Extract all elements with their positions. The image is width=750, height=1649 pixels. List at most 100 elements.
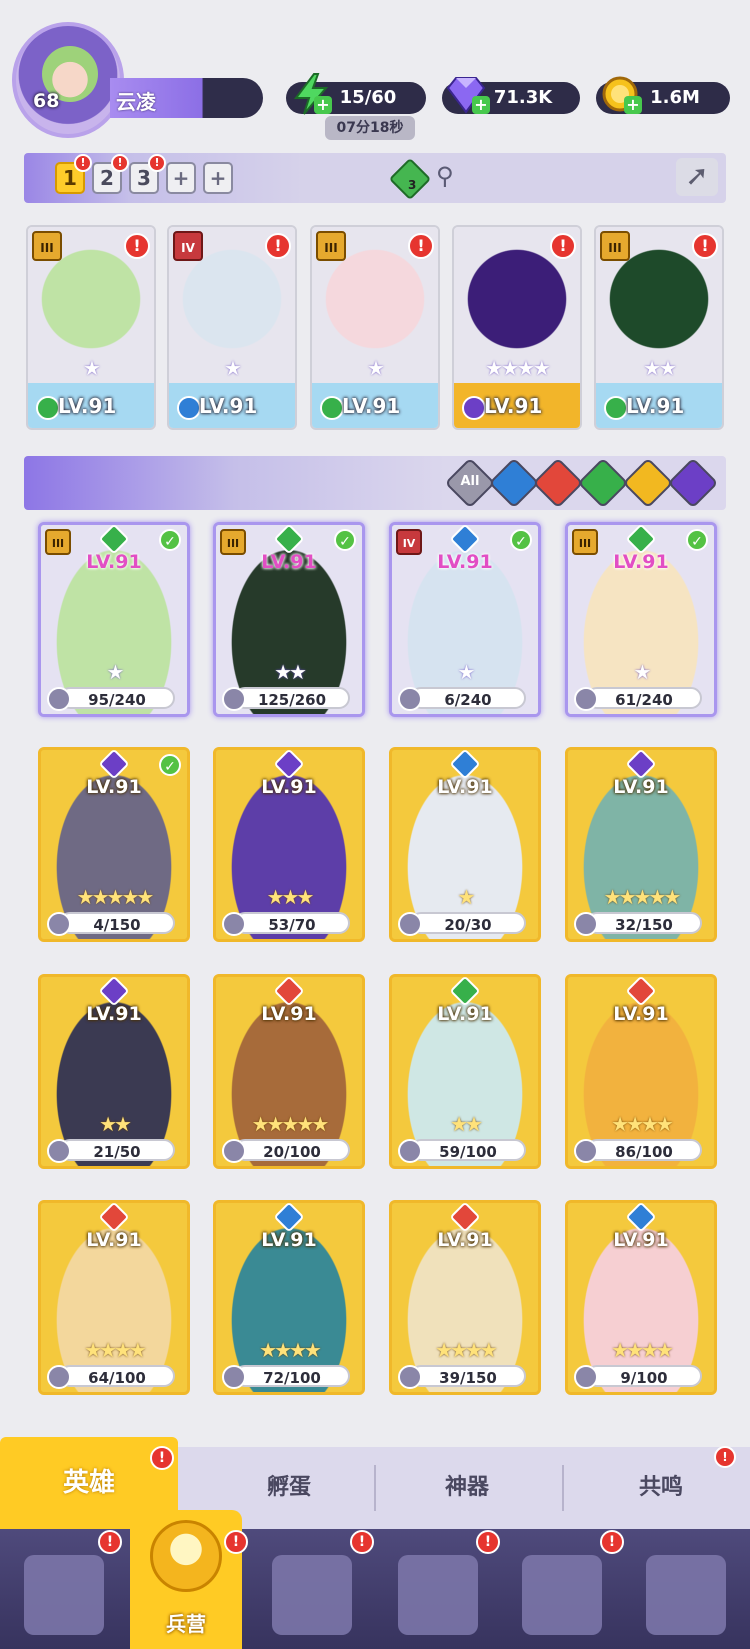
star-rating: ★★★★★ [76,885,155,909]
nature-element-icon [36,396,60,420]
nav-guild-icon[interactable] [646,1555,726,1635]
star-rating: ★★ [99,1112,132,1136]
energy-timer: 07分18秒 [325,116,415,140]
player-level: 68 [33,90,60,112]
shard-icon [398,1139,422,1163]
tab-artifacts[interactable]: 神器 [378,1447,556,1529]
shard-icon [574,912,598,936]
nav-map-alert: ! [350,1530,374,1554]
tier-badge: IV [173,231,203,261]
hero-card[interactable]: LV.91 ★★★★★ 32/150 [565,747,717,942]
nav-cards-alert: ! [98,1530,122,1554]
shard-progress: 64/100 [59,1365,175,1387]
shard-progress: 21/50 [59,1139,175,1161]
shard-progress: 9/100 [586,1365,702,1387]
hero-level: LV.91 [261,1229,317,1251]
gem-plus-icon[interactable]: + [472,96,490,114]
hero-card[interactable]: LV.91 ★★★★ 64/100 [38,1200,190,1395]
star-rating: ★ [457,660,476,684]
star-rating: ★★★★ [611,1338,674,1362]
player-avatar[interactable] [12,22,124,138]
shard-icon [574,687,598,711]
hero-level: LV.91 [626,394,685,418]
tier-badge: III [32,231,62,261]
team-slot-1-alert: ! [74,154,92,172]
tab-separator [562,1465,564,1511]
nav-cards-icon[interactable] [24,1555,104,1635]
team-hero-card[interactable]: III! ★★ LV.91 [594,225,724,430]
hero-card[interactable]: LV.91 ★★★★ 72/100 [213,1200,365,1395]
shard-progress: 72/100 [234,1365,350,1387]
team-hero-card[interactable]: IV! ★ LV.91 [167,225,297,430]
add-team-slot-button[interactable]: + [166,162,196,194]
tab-resonance-alert: ! [714,1446,736,1468]
hero-level: LV.91 [86,1003,142,1025]
team-slot-2-alert: ! [111,154,129,172]
hero-card[interactable]: III ✓ LV.91 ★ 61/240 [565,522,717,717]
hero-card[interactable]: ✓ LV.91 ★★★★★ 4/150 [38,747,190,942]
search-icon[interactable]: ⚲ [436,162,454,190]
hero-card[interactable]: LV.91 ★★ 59/100 [389,974,541,1169]
nav-mystic-icon[interactable] [522,1555,602,1635]
team-hero-card[interactable]: ! ★★★★ LV.91 [452,225,582,430]
hero-card[interactable]: LV.91 ★ 20/30 [389,747,541,942]
shard-icon [398,1365,422,1389]
hero-level: LV.91 [199,394,258,418]
shard-progress: 32/150 [586,912,702,934]
star-rating: ★ [457,885,476,909]
hero-level: LV.91 [613,776,669,798]
hero-level: LV.91 [613,1229,669,1251]
star-rating: ★★★★ [84,1338,147,1362]
shard-icon [222,912,246,936]
alert-icon: ! [692,233,718,259]
shard-progress: 61/240 [586,687,702,709]
nature-element-icon [320,396,344,420]
shard-icon [47,912,71,936]
hero-level: LV.91 [342,394,401,418]
tier-badge: III [600,231,630,261]
alert-icon: ! [124,233,150,259]
shard-progress: 39/150 [410,1365,526,1387]
hero-card[interactable]: LV.91 ★★★ 53/70 [213,747,365,942]
dark-element-icon [462,396,486,420]
hero-card[interactable]: LV.91 ★★★★ 86/100 [565,974,717,1169]
hero-card[interactable]: LV.91 ★★ 21/50 [38,974,190,1169]
shard-progress: 59/100 [410,1139,526,1161]
check-icon: ✓ [159,529,181,551]
shard-icon [222,1139,246,1163]
star-rating: ★★★★ [611,1112,674,1136]
hero-card[interactable]: III ✓ LV.91 ★ 95/240 [38,522,190,717]
star-rating: ★★★★★ [603,885,682,909]
hero-level: LV.91 [86,776,142,798]
shard-icon [47,1139,71,1163]
hero-card[interactable]: III ✓ LV.91 ★★ 125/260 [213,522,365,717]
coin-plus-icon[interactable]: + [624,96,642,114]
shard-icon [222,687,246,711]
energy-plus-icon[interactable]: + [314,96,332,114]
hero-level: LV.91 [437,1003,493,1025]
star-rating: ★ [367,356,385,380]
star-rating: ★★ [274,660,307,684]
team-gem-count: 3 [408,178,417,192]
hero-card[interactable]: LV.91 ★★★★★ 20/100 [213,974,365,1169]
star-rating: ★★★★ [259,1338,322,1362]
hero-level: LV.91 [613,1003,669,1025]
shard-icon [222,1365,246,1389]
hero-level: LV.91 [86,551,142,573]
shard-icon [398,687,422,711]
share-icon[interactable]: ➚ [676,158,718,196]
nav-shrine-icon[interactable] [398,1555,478,1635]
shard-icon [47,1365,71,1389]
hero-card[interactable]: LV.91 ★★★★ 39/150 [389,1200,541,1395]
shard-progress: 6/240 [410,687,526,709]
nav-map-icon[interactable] [272,1555,352,1635]
team-hero-card[interactable]: III! ★ LV.91 [310,225,440,430]
add-team-slot-button-2[interactable]: + [203,162,233,194]
hero-level: LV.91 [261,776,317,798]
hero-level: LV.91 [437,776,493,798]
player-name: 云凌 [116,90,156,114]
shard-icon [47,687,71,711]
hero-card[interactable]: IV ✓ LV.91 ★ 6/240 [389,522,541,717]
hero-card[interactable]: LV.91 ★★★★ 9/100 [565,1200,717,1395]
team-hero-card[interactable]: III! ★ LV.91 [26,225,156,430]
